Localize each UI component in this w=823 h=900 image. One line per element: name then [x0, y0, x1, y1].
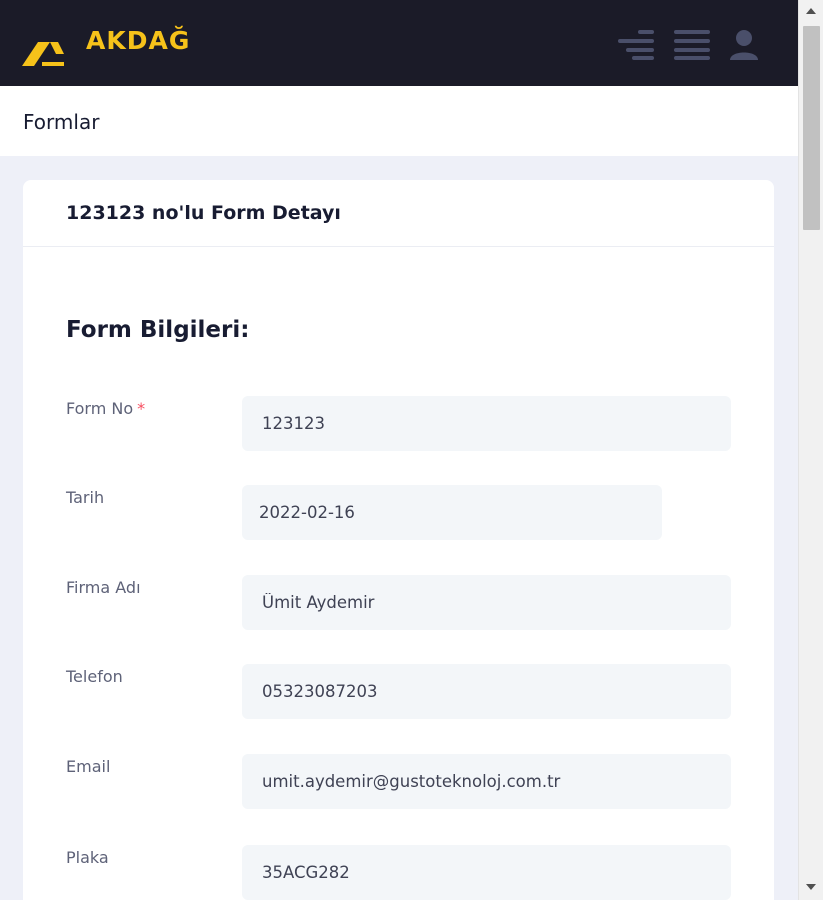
plaka-field[interactable]: [242, 845, 731, 900]
card-header: 123123 no'lu Form Detayı: [23, 180, 774, 247]
hamburger-icon[interactable]: [672, 28, 712, 62]
firma-adi-label: Firma Adı: [66, 578, 141, 597]
required-mark: *: [137, 399, 146, 418]
email-field[interactable]: [242, 754, 731, 809]
scroll-down-arrow-icon[interactable]: [806, 884, 816, 890]
top-header: AKDAĞ: [0, 0, 798, 86]
brand-logo[interactable]: AKDAĞ: [20, 24, 190, 68]
scroll-thumb[interactable]: [803, 26, 820, 230]
form-no-label: Form No *: [66, 399, 146, 418]
scroll-up-arrow-icon[interactable]: [806, 8, 816, 14]
email-label: Email: [66, 757, 111, 776]
form-detail-card: 123123 no'lu Form Detayı Form Bilgileri:…: [23, 180, 774, 900]
header-toolbar: [616, 28, 760, 62]
vertical-scrollbar[interactable]: [798, 0, 823, 900]
app-viewport: AKDAĞ Formlar 123123 no'lu Form Detayı F…: [0, 0, 798, 900]
tarih-field[interactable]: [242, 485, 662, 540]
user-icon[interactable]: [728, 28, 760, 62]
subheader: Formlar: [0, 86, 798, 156]
menu-toggle-icon[interactable]: [616, 28, 656, 62]
card-title: 123123 no'lu Form Detayı: [66, 202, 341, 224]
plaka-label: Plaka: [66, 848, 109, 867]
tarih-label: Tarih: [66, 488, 105, 507]
page-title: Formlar: [23, 110, 100, 134]
brand-name: AKDAĞ: [86, 25, 191, 55]
telefon-label: Telefon: [66, 667, 123, 686]
form-no-field[interactable]: [242, 396, 731, 451]
section-title: Form Bilgileri:: [66, 317, 250, 343]
telefon-field[interactable]: [242, 664, 731, 719]
firma-adi-field[interactable]: [242, 575, 731, 630]
brand-logo-icon: [22, 42, 64, 66]
